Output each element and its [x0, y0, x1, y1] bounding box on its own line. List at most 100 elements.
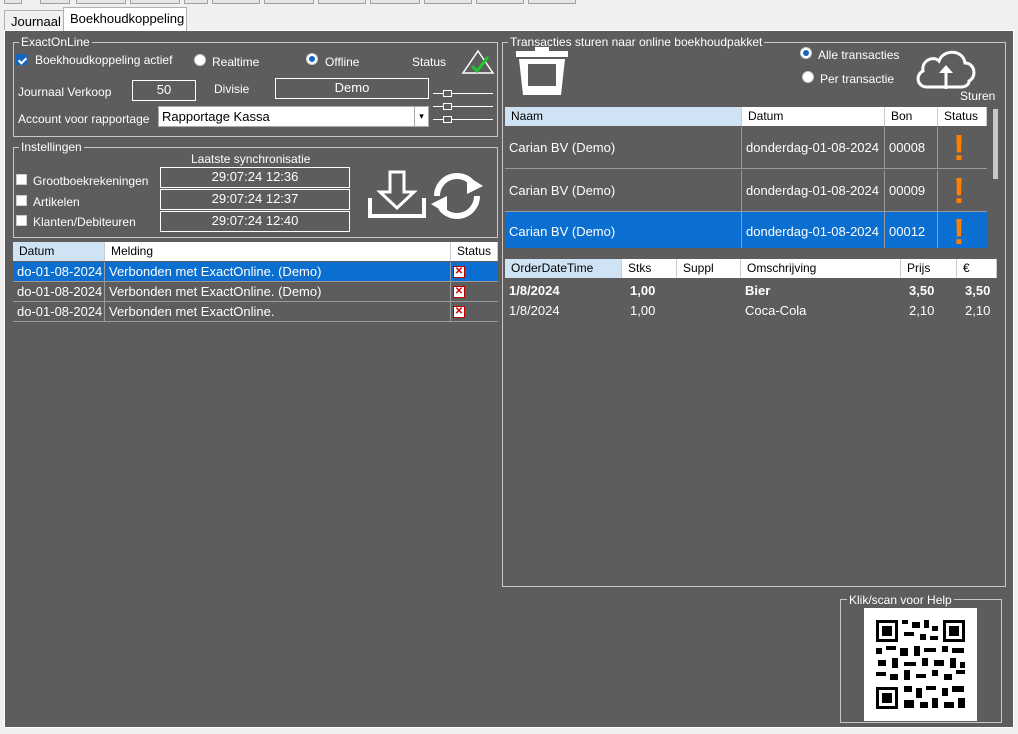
trans-datum-cell: donderdag-01-08-2024 — [742, 170, 885, 211]
hidden-tab[interactable] — [264, 0, 314, 4]
hidden-tab[interactable] — [4, 0, 22, 4]
instellingen-group-title: Instellingen — [19, 140, 84, 154]
status-label: Status — [412, 55, 447, 69]
per-transactie-label: Per transactie — [820, 72, 895, 86]
koppeling-actief-checkbox[interactable] — [16, 54, 27, 65]
account-rapportage-select[interactable]: Rapportage Kassa ▾ — [158, 106, 429, 127]
order-omschrijving-cell: Bier — [745, 283, 771, 298]
hidden-tab[interactable] — [528, 0, 576, 4]
order-col-prijs[interactable]: Prijs — [901, 259, 957, 278]
tab-journaal[interactable]: Journaal — [4, 10, 64, 30]
klanten-sync-time: 29:07:24 12:40 — [160, 211, 350, 232]
tab-boekhoudkoppeling[interactable]: Boekhoudkoppeling — [63, 7, 187, 31]
slider-1[interactable] — [433, 90, 493, 97]
hidden-tab[interactable] — [184, 0, 208, 4]
log-datum-cell: do-01-08-2024 — [13, 302, 105, 321]
log-col-melding[interactable]: Melding — [105, 242, 451, 261]
hidden-tab[interactable] — [318, 0, 366, 4]
log-datum-cell: do-01-08-2024 — [13, 262, 105, 281]
order-col-total[interactable]: € — [957, 259, 997, 278]
error-x-icon: ✕ — [453, 286, 465, 298]
hidden-tab[interactable] — [212, 0, 260, 4]
grootboek-checkbox[interactable] — [16, 174, 27, 185]
order-col-suppl[interactable]: Suppl — [677, 259, 741, 278]
divisie-field[interactable]: Demo — [275, 78, 429, 99]
exactonline-group-title: ExactOnLine — [19, 35, 92, 49]
offline-label: Offline — [325, 55, 360, 69]
log-col-status[interactable]: Status — [451, 242, 498, 261]
cloud-upload-icon[interactable] — [913, 43, 979, 91]
table-row[interactable]: do-01-08-2024 Verbonden met ExactOnline.… — [13, 262, 498, 282]
journaal-verkoop-field[interactable]: 50 — [132, 80, 196, 101]
order-date-cell: 1/8/2024 — [509, 303, 560, 318]
log-col-datum[interactable]: Datum — [13, 242, 105, 261]
hidden-tab[interactable] — [476, 0, 524, 4]
sync-icon[interactable] — [427, 168, 487, 222]
trans-col-naam[interactable]: Naam — [505, 107, 742, 126]
warning-exclamation-icon: ! — [953, 127, 965, 168]
koppeling-actief-label: Boekhoudkoppeling actief — [35, 53, 173, 67]
warning-exclamation-icon: ! — [953, 170, 965, 211]
trans-col-datum[interactable]: Datum — [742, 107, 885, 126]
table-row[interactable]: do-01-08-2024 Verbonden met ExactOnline.… — [13, 282, 498, 302]
realtime-label: Realtime — [212, 55, 260, 69]
help-group-title: Klik/scan voor Help — [847, 593, 954, 607]
grootboek-sync-time: 29:07:24 12:36 — [160, 167, 350, 188]
divisie-label: Divisie — [214, 82, 250, 96]
trans-naam-cell: Carian BV (Demo) — [505, 212, 742, 248]
grootboek-label: Grootboekrekeningen — [33, 174, 149, 188]
slider-3[interactable] — [433, 116, 493, 123]
order-total-cell: 3,50 — [965, 283, 991, 298]
log-melding-cell: Verbonden met ExactOnline. — [105, 302, 451, 321]
error-x-icon: ✕ — [453, 266, 465, 278]
trans-col-bon[interactable]: Bon — [885, 107, 938, 126]
checkmark-triangle-icon — [461, 49, 495, 74]
account-rapportage-label: Account voor rapportage — [18, 112, 150, 126]
table-row[interactable]: 1/8/2024 1,00 Coca-Cola 2,10 2,10 — [505, 301, 997, 321]
download-icon[interactable] — [366, 170, 428, 220]
log-grid: Datum Melding Status do-01-08-2024 Verbo… — [13, 242, 498, 324]
trans-bon-cell: 00012 — [885, 212, 938, 248]
table-row[interactable]: Carian BV (Demo) donderdag-01-08-2024 00… — [505, 127, 987, 169]
hidden-tab[interactable] — [424, 0, 472, 4]
orderlines-grid: OrderDateTime Stks Suppl Omschrijving Pr… — [505, 259, 997, 323]
order-prijs-cell: 3,50 — [909, 283, 935, 298]
hidden-tab[interactable] — [40, 0, 70, 4]
table-row[interactable]: Carian BV (Demo) donderdag-01-08-2024 00… — [505, 211, 987, 252]
log-melding-cell: Verbonden met ExactOnline. (Demo) — [105, 282, 451, 301]
klanten-checkbox[interactable] — [16, 215, 27, 226]
warning-exclamation-icon: ! — [953, 211, 965, 252]
sync-header: Laatste synchronisatie — [191, 152, 311, 166]
per-transactie-radio[interactable] — [802, 71, 814, 83]
qr-code-icon[interactable] — [864, 608, 977, 721]
trans-bon-cell: 00008 — [885, 127, 938, 168]
dropdown-arrow-icon[interactable]: ▾ — [414, 107, 428, 126]
artikelen-sync-time: 29:07:24 12:37 — [160, 189, 350, 210]
hidden-tab[interactable] — [370, 0, 420, 4]
slider-2[interactable] — [433, 103, 493, 110]
alle-transacties-radio[interactable] — [800, 47, 812, 59]
journaal-verkoop-label: Journaal Verkoop — [18, 85, 112, 99]
trans-bon-cell: 00009 — [885, 170, 938, 211]
order-col-datetime[interactable]: OrderDateTime — [505, 259, 622, 278]
artikelen-checkbox[interactable] — [16, 195, 27, 206]
trans-naam-cell: Carian BV (Demo) — [505, 170, 742, 211]
hidden-tab[interactable] — [76, 0, 126, 4]
main-panel: ExactOnLine Boekhoudkoppeling actief Rea… — [4, 30, 1014, 728]
table-row[interactable]: Carian BV (Demo) donderdag-01-08-2024 00… — [505, 170, 987, 212]
order-stks-cell: 1,00 — [630, 283, 656, 298]
order-col-omschrijving[interactable]: Omschrijving — [741, 259, 901, 278]
table-row[interactable]: do-01-08-2024 Verbonden met ExactOnline.… — [13, 302, 498, 322]
transacties-scrollbar[interactable] — [989, 107, 1003, 248]
trans-col-status[interactable]: Status — [938, 107, 987, 126]
order-prijs-cell: 2,10 — [909, 303, 935, 318]
hidden-tab[interactable] — [130, 0, 180, 4]
trash-bin-icon[interactable] — [513, 47, 571, 97]
scrollbar-thumb[interactable] — [993, 109, 998, 179]
sturen-label[interactable]: Sturen — [960, 89, 995, 103]
order-col-stks[interactable]: Stks — [622, 259, 677, 278]
offline-radio[interactable] — [306, 53, 318, 65]
table-row[interactable]: 1/8/2024 1,00 Bier 3,50 3,50 — [505, 281, 997, 301]
realtime-radio[interactable] — [194, 54, 206, 66]
qr-code-graphic — [876, 620, 965, 709]
